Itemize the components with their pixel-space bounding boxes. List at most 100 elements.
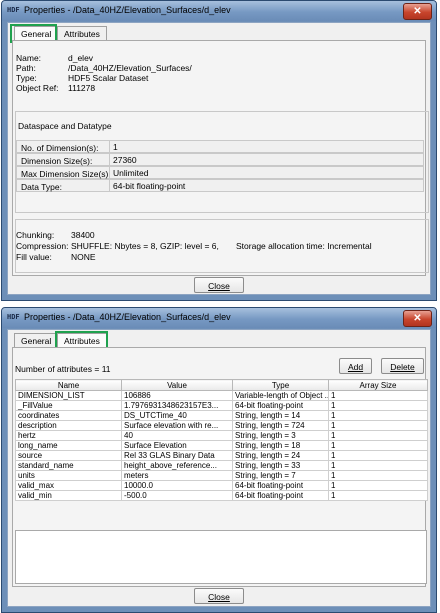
attribute-type-cell[interactable]: String, length = 724 [232, 420, 329, 431]
title-bar[interactable]: HDF Properties - /Data_40HZ/Elevation_Su… [2, 308, 436, 328]
data-type-field: Data Type: 64-bit floating-point [16, 179, 424, 192]
object-ref-label: Object Ref: [16, 83, 59, 93]
attribute-array-size-cell[interactable]: 1 [328, 400, 428, 411]
attribute-name-cell[interactable]: hertz [15, 430, 122, 441]
attribute-value-cell[interactable]: 10000.0 [121, 480, 233, 491]
attribute-type-cell[interactable]: String, length = 14 [232, 410, 329, 421]
table-row[interactable]: units meters String, length = 71 [15, 470, 428, 481]
properties-window-attributes: HDF Properties - /Data_40HZ/Elevation_Su… [1, 307, 437, 613]
attribute-name-cell[interactable]: source [15, 450, 122, 461]
attribute-array-size-cell[interactable]: 1 [328, 450, 428, 461]
attribute-value-cell[interactable]: meters [121, 470, 233, 481]
fill-value-label: Fill value: [16, 252, 52, 262]
compression-label: Compression: [16, 241, 69, 251]
object-ref-value: 111278 [68, 83, 96, 93]
attribute-value-cell[interactable]: Rel 33 GLAS Binary Data [121, 450, 233, 461]
attribute-value-cell[interactable]: height_above_reference... [121, 460, 233, 471]
attribute-type-cell[interactable]: 64-bit floating-point [232, 480, 329, 491]
max-dimension-size-value: Unlimited [109, 167, 423, 179]
max-dimension-size-label: Max Dimension Size(s): [21, 169, 111, 179]
hdf-app-icon: HDF [7, 6, 20, 14]
attribute-array-size-cell[interactable]: 1 [328, 490, 428, 501]
attribute-name-cell[interactable]: units [15, 470, 122, 481]
max-dimension-size-field: Max Dimension Size(s): Unlimited [16, 166, 424, 179]
attribute-value-pane[interactable] [15, 530, 427, 584]
attribute-name-cell[interactable]: valid_max [15, 480, 122, 491]
table-row[interactable]: valid_max 10000.0 64-bit floating-point 1 [15, 480, 428, 491]
tab-general[interactable]: General [14, 333, 59, 348]
attributes-table-body: DIMENSION_LIST 106886 Variable-length of O… [15, 390, 428, 501]
table-row[interactable]: _FillValue 1.7976931348623157E3... 64-bit … [15, 400, 428, 411]
column-header-name[interactable]: Name [15, 379, 122, 391]
attribute-type-cell[interactable]: Variable-length of Object ... [232, 390, 329, 401]
name-label: Name: [16, 53, 42, 63]
window-close-button[interactable]: ✕ [403, 310, 432, 327]
attribute-value-cell[interactable]: -500.0 [121, 490, 233, 501]
column-header-type[interactable]: Type [232, 379, 329, 391]
attribute-type-cell[interactable]: String, length = 7 [232, 470, 329, 481]
attribute-name-cell[interactable]: long_name [15, 440, 122, 451]
storage-allocation-text: Storage allocation time: Incremental [236, 241, 372, 251]
dimension-size-label: Dimension Size(s): [21, 156, 93, 166]
compression-value: SHUFFLE: Nbytes = 8, GZIP: level = 6, [71, 241, 219, 251]
attribute-type-cell[interactable]: String, length = 18 [232, 440, 329, 451]
attribute-value-cell[interactable]: 106886 [121, 390, 233, 401]
attribute-name-cell[interactable]: description [15, 420, 122, 431]
tab-attributes[interactable]: Attributes [57, 26, 107, 41]
attributes-panel: Number of attributes = 11 Add Delete Nam… [12, 347, 428, 587]
attribute-type-cell[interactable]: String, length = 3 [232, 430, 329, 441]
name-value: d_elev [68, 53, 94, 63]
window-title: Properties - /Data_40HZ/Elevation_Surfac… [24, 5, 231, 15]
attribute-array-size-cell[interactable]: 1 [328, 460, 428, 471]
tab-attributes[interactable]: Attributes [57, 333, 107, 348]
attribute-name-cell[interactable]: DIMENSION_LIST [15, 390, 122, 401]
dimension-size-value: 27360 [109, 154, 423, 166]
tab-general[interactable]: General [14, 26, 59, 41]
attribute-type-cell[interactable]: 64-bit floating-point [232, 400, 329, 411]
table-row[interactable]: hertz 40 String, length = 31 [15, 430, 428, 441]
attribute-name-cell[interactable]: standard_name [15, 460, 122, 471]
attribute-type-cell[interactable]: String, length = 33 [232, 460, 329, 471]
attribute-array-size-cell[interactable]: 1 [328, 440, 428, 451]
attribute-name-cell[interactable]: valid_min [15, 490, 122, 501]
table-row[interactable]: coordinates DS_UTCTime_40 String, length =… [15, 410, 428, 421]
attribute-value-cell[interactable]: Surface elevation with re... [121, 420, 233, 431]
attribute-array-size-cell[interactable]: 1 [328, 430, 428, 441]
attribute-name-cell[interactable]: coordinates [15, 410, 122, 421]
attribute-value-cell[interactable]: Surface Elevation [121, 440, 233, 451]
attribute-value-cell[interactable]: DS_UTCTime_40 [121, 410, 233, 421]
attribute-name-cell[interactable]: _FillValue [15, 400, 122, 411]
attribute-value-cell[interactable]: 40 [121, 430, 233, 441]
table-row[interactable]: description Surface elevation with re... S… [15, 420, 428, 431]
attribute-array-size-cell[interactable]: 1 [328, 410, 428, 421]
delete-button-label: Delete [390, 362, 415, 372]
attribute-array-size-cell[interactable]: 1 [328, 480, 428, 491]
window-close-button[interactable]: ✕ [403, 3, 432, 20]
path-value: /Data_40HZ/Elevation_Surfaces/ [68, 63, 192, 73]
dimensions-count-field: No. of Dimension(s): 1 [16, 140, 424, 153]
column-header-array-size[interactable]: Array Size [328, 379, 428, 391]
attribute-array-size-cell[interactable]: 1 [328, 390, 428, 401]
attribute-array-size-cell[interactable]: 1 [328, 420, 428, 431]
table-header-row: Name Value Type Array Size [15, 379, 428, 391]
table-row[interactable]: valid_min -500.0 64-bit floating-point 1 [15, 490, 428, 501]
column-header-value[interactable]: Value [121, 379, 233, 391]
path-label: Path: [16, 63, 36, 73]
close-button[interactable]: Close [194, 588, 244, 604]
attribute-type-cell[interactable]: 64-bit floating-point [232, 490, 329, 501]
title-bar[interactable]: HDF Properties - /Data_40HZ/Elevation_Su… [2, 1, 436, 21]
attribute-value-cell[interactable]: 1.7976931348623157E3... [121, 400, 233, 411]
type-value: HDF5 Scalar Dataset [68, 73, 149, 83]
table-row[interactable]: source Rel 33 GLAS Binary Data String, len… [15, 450, 428, 461]
type-label: Type: [16, 73, 37, 83]
attribute-type-cell[interactable]: String, length = 24 [232, 450, 329, 461]
attribute-count-text: Number of attributes = 11 [15, 364, 111, 374]
close-button[interactable]: Close [194, 277, 244, 293]
add-button[interactable]: Add [339, 358, 372, 374]
attribute-array-size-cell[interactable]: 1 [328, 470, 428, 481]
table-row[interactable]: standard_name height_above_reference... St… [15, 460, 428, 471]
delete-button[interactable]: Delete [381, 358, 424, 374]
close-button-label: Close [208, 281, 230, 291]
table-row[interactable]: long_name Surface Elevation String, length… [15, 440, 428, 451]
table-row[interactable]: DIMENSION_LIST 106886 Variable-length of O… [15, 390, 428, 401]
